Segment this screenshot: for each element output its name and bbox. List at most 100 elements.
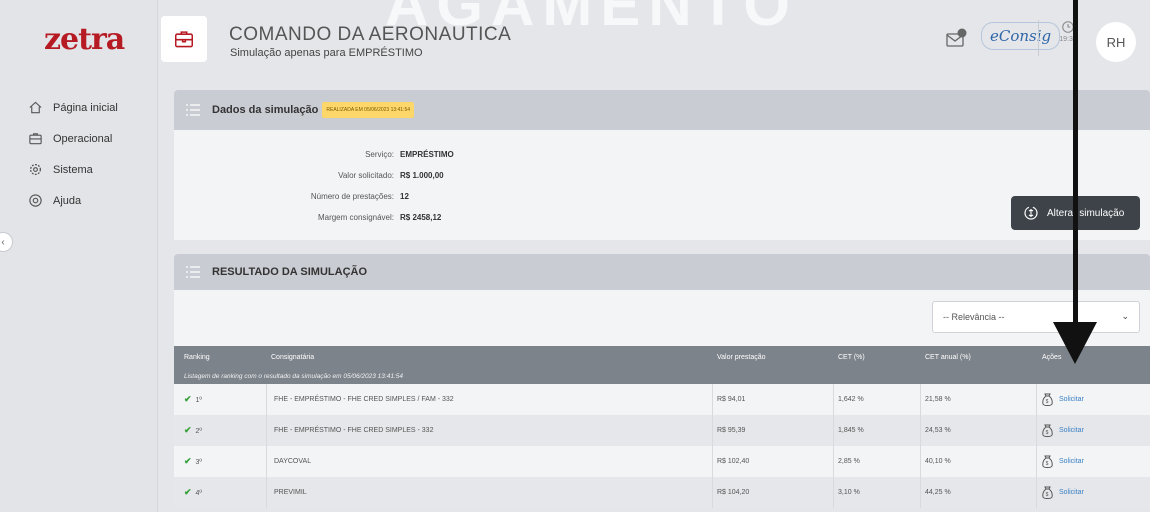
sidebar-item-ajuda[interactable]: Ajuda	[0, 185, 157, 216]
header-icon-box	[161, 16, 207, 62]
consignataria-cell: FHE - EMPRÉSTIMO - FHE CRED SIMPLES - 33…	[274, 427, 434, 434]
svg-text:$: $	[1046, 461, 1049, 467]
col-divider	[266, 446, 267, 477]
sidebar-item-label: Operacional	[53, 132, 113, 145]
field-label: Serviço:	[365, 150, 394, 159]
field-label: Valor solicitado:	[338, 171, 394, 180]
cet-cell: 1,642 %	[838, 396, 864, 403]
valor-cell: R$ 104,20	[717, 489, 750, 496]
page-title: COMANDO DA AERONAUTICA	[229, 24, 512, 45]
briefcase-icon	[29, 133, 42, 145]
col-consignataria[interactable]: Consignatária	[271, 346, 314, 370]
cet-anual-cell: 44,25 %	[925, 489, 951, 496]
solicitar-button[interactable]: $ Solicitar	[1042, 477, 1084, 508]
session-clock: 19:34	[1050, 20, 1086, 43]
mail-notification-icon	[946, 28, 967, 47]
annotation-arrow-head	[1053, 322, 1097, 364]
col-cet-anual[interactable]: CET anual (%)	[925, 346, 971, 370]
cet-cell: 2,85 %	[838, 458, 860, 465]
simulation-card-title: Dados da simulação	[212, 104, 319, 116]
col-divider	[712, 446, 713, 477]
check-icon: ✔	[184, 394, 192, 404]
col-divider	[833, 446, 834, 477]
zetra-logo[interactable]: zetra	[0, 0, 157, 78]
annotation-arrow-shaft	[1073, 0, 1078, 330]
col-divider	[920, 446, 921, 477]
cet-anual-cell: 24,53 %	[925, 427, 951, 434]
solicitar-button[interactable]: $ Solicitar	[1042, 446, 1084, 477]
rank-cell: ✔ 2º	[184, 415, 202, 447]
col-divider	[1036, 415, 1037, 446]
col-divider	[920, 384, 921, 415]
valor-cell: R$ 95,39	[717, 427, 746, 434]
field-label: Número de prestações:	[310, 192, 394, 201]
simulation-card-body: Serviço: EMPRÉSTIMO Valor solicitado: R$…	[174, 130, 1150, 240]
field-label: Margem consignável:	[317, 213, 394, 222]
sidebar-item-sistema[interactable]: Sistema	[0, 154, 157, 185]
col-cet[interactable]: CET (%)	[838, 346, 865, 370]
page-subtitle: Simulação apenas para EMPRÉSTIMO	[230, 47, 423, 59]
sidebar-item-label: Ajuda	[53, 194, 82, 207]
check-icon: ✔	[184, 456, 192, 466]
field-value: R$ 1.000,00	[400, 171, 444, 180]
briefcase-icon	[174, 31, 194, 48]
svg-text:$: $	[1046, 492, 1049, 498]
messages-button[interactable]	[945, 28, 969, 53]
money-bag-icon: $	[1042, 424, 1053, 437]
solicitar-label: Solicitar	[1059, 458, 1084, 465]
rank-value: 1º	[195, 397, 202, 404]
sort-select[interactable]: -- Relevância -- ⌄	[932, 301, 1140, 333]
alter-simulation-label: Alterar simulação	[1047, 207, 1125, 219]
help-icon	[29, 194, 42, 207]
solicitar-button[interactable]: $ Solicitar	[1042, 384, 1084, 415]
sidebar-collapse-button[interactable]: ‹	[0, 232, 13, 252]
svg-text:$: $	[1046, 399, 1049, 405]
solicitar-button[interactable]: $ Solicitar	[1042, 415, 1084, 446]
col-divider	[1036, 384, 1037, 415]
econsig-logo[interactable]: eConsig	[981, 22, 1061, 50]
col-divider	[712, 415, 713, 446]
col-divider	[712, 477, 713, 508]
solicitar-label: Solicitar	[1059, 427, 1084, 434]
rank-cell: ✔ 3º	[184, 446, 202, 478]
result-card-title: RESULTADO DA SIMULAÇÃO	[212, 266, 368, 278]
valor-cell: R$ 102,40	[717, 458, 750, 465]
sort-select-value: -- Relevância --	[943, 312, 1005, 322]
table-row: ✔ 3º DAYCOVAL R$ 102,40 2,85 % 40,10 % $…	[174, 446, 1150, 477]
solicitar-label: Solicitar	[1059, 396, 1084, 403]
sidebar-item-label: Sistema	[53, 163, 93, 176]
chevron-down-icon: ⌄	[1121, 311, 1129, 321]
col-divider	[833, 384, 834, 415]
sidebar-item-operacional[interactable]: Operacional	[0, 123, 157, 154]
col-divider	[266, 384, 267, 415]
sidebar-item-pagina-inicial[interactable]: Página inicial	[0, 92, 157, 123]
sidebar-nav: Página inicial Operacional Sistema Ajuda	[0, 92, 157, 216]
solicitar-label: Solicitar	[1059, 489, 1084, 496]
page-header: COMANDO DA AERONAUTICA Simulação apenas …	[158, 0, 1150, 78]
col-ranking[interactable]: Ranking	[184, 346, 210, 370]
col-divider	[266, 477, 267, 508]
gear-icon	[29, 163, 42, 176]
rank-value: 4º	[195, 490, 202, 497]
refresh-money-icon	[1024, 206, 1038, 220]
header-divider	[1038, 20, 1039, 56]
col-divider	[920, 415, 921, 446]
table-header: Ranking Consignatária Valor prestação CE…	[174, 346, 1150, 370]
table-row: ✔ 4º PREVIMIL R$ 104,20 3,10 % 44,25 % $…	[174, 477, 1150, 508]
col-divider	[920, 477, 921, 508]
cet-anual-cell: 21,58 %	[925, 396, 951, 403]
money-bag-icon: $	[1042, 393, 1053, 406]
col-divider	[1036, 477, 1037, 508]
table-caption: Listagem de ranking com o resultado da s…	[174, 370, 1150, 384]
rank-value: 3º	[195, 459, 202, 466]
simulation-field-servico: Serviço: EMPRÉSTIMO	[174, 150, 454, 159]
table-row: ✔ 1º FHE - EMPRÉSTIMO - FHE CRED SIMPLES…	[174, 384, 1150, 415]
simulation-date-badge: REALIZADA EM 05/06/2023 13:41:54	[322, 102, 415, 118]
session-clock-time: 19:34	[1059, 36, 1077, 43]
col-valor-prestacao[interactable]: Valor prestação	[717, 346, 766, 370]
field-value: 12	[400, 192, 409, 201]
user-avatar[interactable]: RH	[1096, 22, 1136, 62]
simulation-field-valor: Valor solicitado: R$ 1.000,00	[174, 171, 444, 180]
field-value: R$ 2458,12	[400, 213, 442, 222]
check-icon: ✔	[184, 425, 192, 435]
